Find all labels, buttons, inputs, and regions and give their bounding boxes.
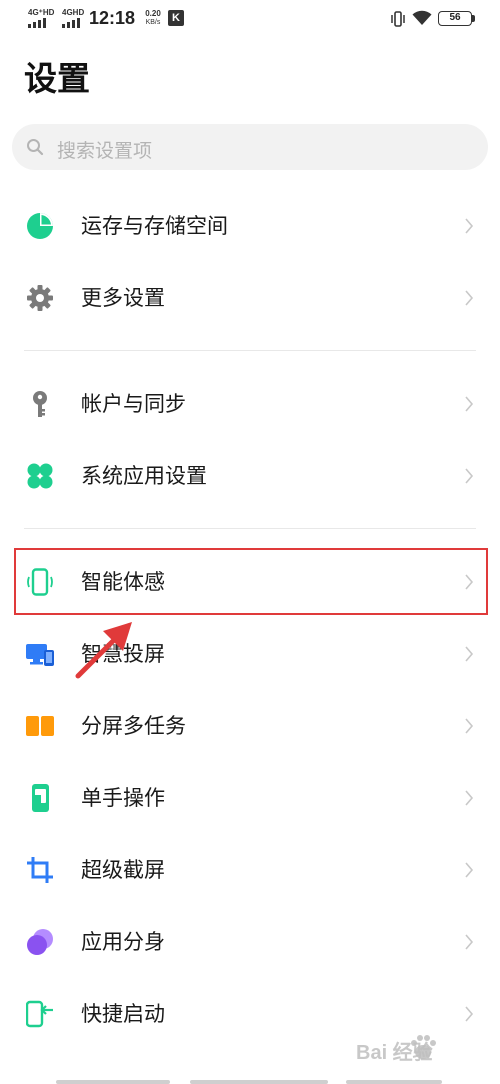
signal-2-label: 4GHD (62, 8, 85, 17)
chevron-right-icon (465, 396, 474, 412)
settings-item-storage[interactable]: 运存与存储空间 (0, 190, 500, 262)
red-arrow-icon (75, 622, 132, 679)
signal-bars-icon (28, 18, 48, 28)
chevron-right-icon (465, 718, 474, 734)
gear-icon (27, 285, 53, 311)
status-time: 12:18 (89, 8, 136, 28)
chevron-right-icon (465, 862, 474, 878)
settings-item-system-apps[interactable]: 系统应用设置 (0, 440, 500, 512)
chevron-right-icon (465, 468, 474, 484)
watermark-text: Bai 经验 (356, 1042, 433, 1064)
settings-item-super-screenshot[interactable]: 超级截屏 (0, 834, 500, 906)
search-icon (27, 139, 44, 156)
settings-item-label: 更多设置 (81, 286, 165, 310)
settings-item-more-settings[interactable]: 更多设置 (0, 262, 500, 334)
chevron-right-icon (465, 218, 474, 234)
settings-item-app-clone[interactable]: 应用分身 (0, 906, 500, 978)
search-input[interactable]: 搜索设置项 (12, 124, 488, 170)
settings-item-accounts-sync[interactable]: 帐户与同步 (0, 368, 500, 440)
section-divider (24, 528, 476, 529)
search-placeholder: 搜索设置项 (57, 140, 153, 162)
signal-1-label: 4G⁺HD (28, 8, 55, 17)
settings-item-label: 分屏多任务 (81, 714, 186, 738)
crop-icon (27, 857, 53, 883)
quick-launch-icon (26, 1000, 53, 1028)
net-speed: 0.20 KB/s (142, 9, 164, 27)
chevron-right-icon (465, 1006, 474, 1022)
settings-item-label: 快捷启动 (81, 1002, 165, 1026)
battery-indicator: 56 (438, 11, 472, 26)
settings-item-label: 运存与存储空间 (81, 214, 228, 238)
nav-indicator (346, 1080, 442, 1084)
settings-item-one-hand[interactable]: 单手操作 (0, 762, 500, 834)
chevron-right-icon (465, 790, 474, 806)
status-bar: 4G⁺HD 4GHD 12:18 0.20 KB/s K 56 (0, 0, 500, 38)
settings-item-label: 超级截屏 (81, 858, 165, 882)
chevron-right-icon (465, 290, 474, 306)
section-divider (24, 350, 476, 351)
nav-indicator (190, 1080, 328, 1084)
highlight-box (14, 548, 488, 615)
key-icon (33, 391, 47, 417)
settings-item-label: 帐户与同步 (81, 392, 186, 416)
settings-item-label: 单手操作 (81, 786, 165, 810)
screen-cast-icon (26, 644, 54, 666)
battery-tip (472, 15, 475, 22)
chevron-right-icon (465, 646, 474, 662)
settings-item-label: 系统应用设置 (81, 464, 207, 488)
settings-item-label: 应用分身 (81, 930, 165, 954)
signal-bars-icon (62, 18, 82, 28)
page-title: 设置 (24, 59, 90, 98)
wifi-icon (412, 10, 432, 25)
chevron-right-icon (465, 934, 474, 950)
nav-indicator (56, 1080, 170, 1084)
four-petal-icon (27, 463, 53, 489)
app-clone-icon (27, 929, 53, 955)
net-speed-unit: KB/s (145, 19, 161, 26)
vibrate-icon (391, 11, 405, 27)
settings-item-split-screen[interactable]: 分屏多任务 (0, 690, 500, 762)
pie-chart-icon (27, 213, 53, 239)
one-hand-icon (32, 784, 49, 812)
net-speed-value: 0.20 (145, 9, 161, 18)
split-screen-icon (26, 716, 54, 736)
baidu-watermark: Bai 经验 (356, 1028, 496, 1072)
k-app-icon: K (168, 10, 184, 26)
